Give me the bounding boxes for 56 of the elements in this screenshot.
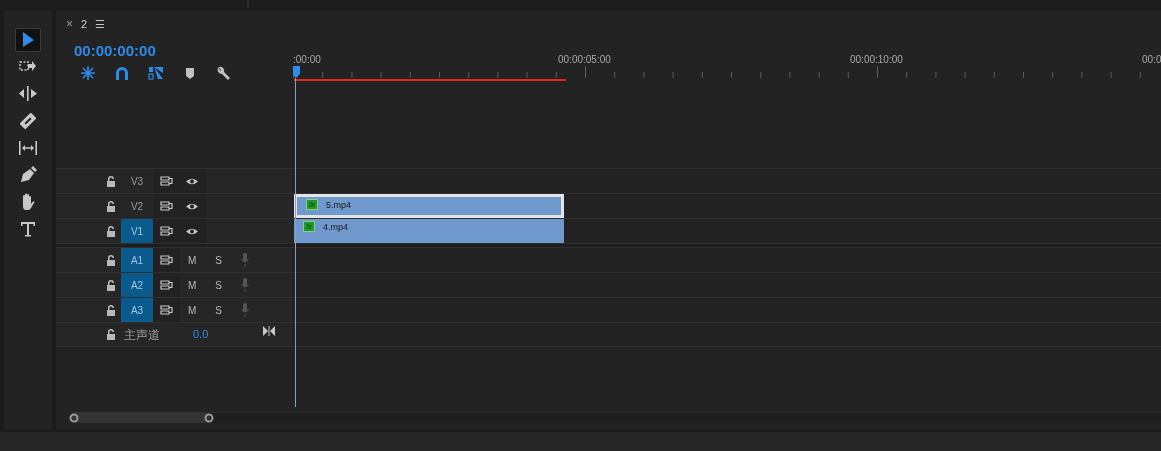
ruler-timecode: 00:00:05:00 [558, 54, 611, 66]
sync-lock-icon[interactable] [160, 176, 173, 186]
lock-icon[interactable] [106, 225, 116, 237]
track-target-button[interactable]: A2 [121, 272, 153, 298]
timeline-tool-button[interactable] [78, 64, 98, 82]
lock-icon[interactable] [106, 200, 116, 212]
eye-icon[interactable] [185, 226, 199, 236]
eye-icon[interactable] [185, 201, 199, 211]
eye-icon[interactable] [185, 176, 199, 186]
wrench-icon [216, 65, 232, 81]
magnet-icon [114, 65, 130, 81]
sync-lock-icon[interactable] [160, 255, 173, 265]
ruler-timecode: 00:00:10:00 [850, 54, 903, 66]
track-target-button[interactable]: V1 [121, 218, 153, 244]
track-target-button[interactable]: V3 [121, 168, 153, 194]
track-target-button[interactable]: V2 [121, 193, 153, 219]
lock-icon[interactable] [106, 175, 116, 187]
timeline-tool-button[interactable] [146, 64, 166, 82]
solo-button[interactable]: S [215, 302, 222, 318]
ruler-timecode: :00:00 [293, 54, 321, 66]
sync-lock-icon[interactable] [160, 280, 173, 290]
track-target-button[interactable]: A1 [121, 247, 153, 273]
sync-lock-icon[interactable] [160, 201, 173, 211]
nest-sequence-icon [80, 65, 96, 81]
menu-button[interactable]: ☰ [95, 15, 106, 33]
master-track-name: 主声道 [124, 326, 161, 344]
linked-selection-icon [148, 65, 164, 81]
sync-lock-icon[interactable] [160, 305, 173, 315]
scrollbar-thumb[interactable] [70, 412, 210, 423]
panel-tab-title[interactable]: 2 [81, 15, 88, 33]
clip-name: 4.mp4 [323, 221, 348, 233]
track-target-button[interactable]: A3 [121, 297, 153, 323]
lock-icon[interactable] [106, 254, 116, 266]
mute-button[interactable]: M [188, 277, 197, 293]
timecode-display[interactable]: 00:00:00:00 [74, 42, 293, 60]
ruler-timecode: 00:0 [1142, 54, 1161, 66]
clip-name: 5.mp4 [326, 199, 351, 211]
lock-icon[interactable] [106, 279, 116, 291]
ripple-edit-icon [18, 84, 38, 104]
collapse-icon[interactable] [263, 325, 275, 336]
scroll-handle-icon[interactable] [204, 413, 214, 423]
master-volume-value[interactable]: 0.0 [193, 326, 263, 343]
scroll-handle-icon[interactable] [69, 413, 79, 423]
mute-button[interactable]: M [188, 302, 197, 318]
solo-button[interactable]: S [215, 252, 222, 268]
tool-button[interactable] [15, 28, 41, 52]
lock-icon[interactable] [106, 304, 116, 316]
close-tab-button[interactable]: × [66, 15, 73, 33]
lock-icon[interactable] [106, 329, 116, 340]
solo-button[interactable]: S [215, 277, 222, 293]
playhead-handle[interactable] [293, 66, 300, 78]
type-tool-icon [18, 219, 38, 239]
slip-icon [18, 138, 38, 158]
mute-button[interactable]: M [188, 252, 197, 268]
sync-lock-icon[interactable] [160, 226, 173, 236]
pen-icon [18, 165, 38, 185]
